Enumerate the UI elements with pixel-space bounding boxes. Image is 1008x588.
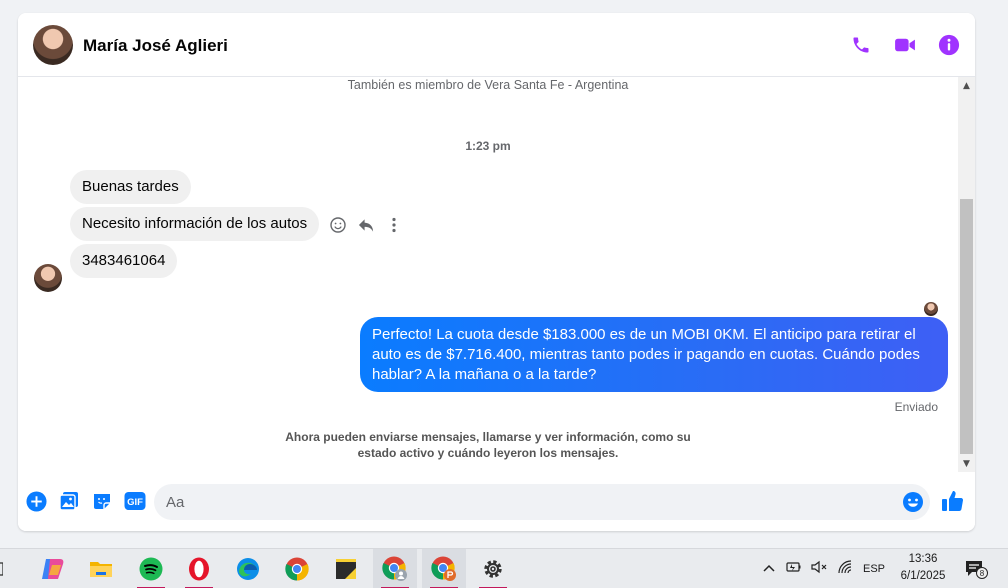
scroll-thumb[interactable]: [960, 199, 973, 454]
gif-icon[interactable]: GIF: [124, 490, 146, 512]
video-camera-icon[interactable]: [893, 33, 917, 57]
scroll-up-arrow-icon[interactable]: ▲: [958, 77, 975, 94]
info-icon[interactable]: [937, 33, 961, 57]
spotify-icon[interactable]: [129, 549, 173, 588]
incoming-message[interactable]: Necesito información de los autos: [70, 207, 320, 241]
incoming-message[interactable]: Buenas tardes: [70, 170, 191, 204]
copilot-icon[interactable]: [31, 549, 75, 588]
scrollbar[interactable]: ▲ ▼: [958, 77, 975, 472]
chat-window: María José Aglieri También es miembro de…: [18, 13, 975, 531]
message-timestamp: 1:23 pm: [465, 139, 511, 153]
gif-label: GIF: [127, 497, 143, 508]
incoming-message[interactable]: 3483461064: [70, 244, 178, 278]
reply-icon[interactable]: [358, 216, 374, 234]
header-actions: [849, 33, 961, 57]
sticky-notes-icon[interactable]: [324, 549, 368, 588]
react-emoji-icon[interactable]: [330, 216, 346, 234]
settings-icon[interactable]: [471, 549, 515, 588]
composer-actions: GIF: [25, 490, 146, 512]
opera-icon[interactable]: [177, 549, 221, 588]
composer: GIF: [18, 472, 975, 531]
wifi-icon[interactable]: [837, 559, 853, 579]
widgets-icon[interactable]: [0, 549, 12, 588]
message-list[interactable]: También es miembro de Vera Santa Fe - Ar…: [18, 77, 975, 472]
scroll-down-arrow-icon[interactable]: ▼: [958, 455, 975, 472]
sent-status: Enviado: [894, 400, 938, 414]
plus-icon[interactable]: [25, 490, 47, 512]
notifications-icon[interactable]: 8: [964, 549, 988, 588]
sticker-icon[interactable]: [91, 490, 113, 512]
seen-indicator-avatar: [924, 302, 938, 316]
contact-name[interactable]: María José Aglieri: [83, 36, 228, 56]
photo-icon[interactable]: [58, 490, 80, 512]
file-explorer-icon[interactable]: [79, 549, 123, 588]
chat-header: María José Aglieri: [18, 13, 975, 77]
contact-avatar-small[interactable]: [34, 264, 62, 292]
taskbar: ESP 13:36 6/1/2025 8: [0, 548, 1008, 588]
contact-avatar[interactable]: [33, 25, 73, 65]
clock-date: 6/1/2025: [900, 570, 946, 582]
message-actions: [330, 216, 402, 234]
notification-count: 8: [980, 569, 985, 578]
chrome-profile-2-icon[interactable]: [422, 549, 466, 588]
member-note: También es miembro de Vera Santa Fe - Ar…: [347, 78, 629, 92]
chrome-icon[interactable]: [275, 549, 319, 588]
outgoing-message[interactable]: Perfecto! La cuota desde $183.000 es de …: [360, 317, 948, 392]
footer-notice: Ahora pueden enviarse mensajes, llamarse…: [285, 430, 691, 460]
edge-icon[interactable]: [226, 549, 270, 588]
emoji-icon[interactable]: [902, 491, 924, 513]
volume-muted-icon[interactable]: [811, 560, 827, 579]
more-options-icon[interactable]: [386, 216, 402, 234]
message-input[interactable]: [154, 484, 930, 520]
chevron-up-icon[interactable]: [763, 563, 775, 575]
phone-icon[interactable]: [849, 33, 873, 57]
chrome-profile-icon[interactable]: [373, 549, 417, 588]
clock[interactable]: 13:36 6/1/2025: [893, 551, 953, 585]
system-tray: ESP: [763, 549, 885, 588]
language-indicator[interactable]: ESP: [863, 563, 885, 575]
clock-time: 13:36: [908, 553, 938, 565]
battery-icon[interactable]: [785, 560, 801, 578]
like-icon[interactable]: [941, 489, 965, 513]
